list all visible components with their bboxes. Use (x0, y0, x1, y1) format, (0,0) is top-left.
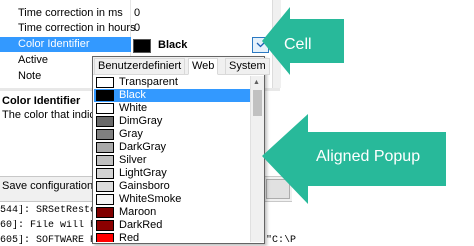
popup-tabs: Benutzerdefiniert Web System (93, 57, 270, 75)
color-list-item[interactable]: White (94, 102, 250, 115)
color-picker-popup: Benutzerdefiniert Web System Transparent… (92, 56, 270, 244)
grid-row-value[interactable]: 0 (134, 22, 140, 34)
color-list-item-label: Transparent (119, 76, 178, 88)
tab-web[interactable]: Web (188, 58, 219, 75)
color-list-item[interactable]: Maroon (94, 206, 250, 219)
color-list-item-label: Gray (119, 128, 143, 140)
color-list-item-label: Silver (119, 154, 147, 166)
color-list-item[interactable]: Silver (94, 154, 250, 167)
color-list-item-label: DarkGray (119, 141, 167, 153)
grid-row-value[interactable]: 0 (134, 7, 140, 19)
description-title: Color Identifier (2, 95, 81, 107)
tab-custom[interactable]: Benutzerdefiniert (94, 58, 186, 75)
grid-row-name: Color Identifier (18, 38, 90, 50)
color-list-item[interactable]: Red (94, 232, 250, 242)
color-list[interactable]: Transparent Black White DimGray Gray DarkGray… (94, 76, 250, 242)
color-list-item[interactable]: Transparent (94, 76, 250, 89)
color-list-item[interactable]: DarkGray (94, 141, 250, 154)
color-swatch (96, 220, 114, 231)
color-list-item-label: Gainsboro (119, 180, 170, 192)
color-swatch (96, 155, 114, 166)
color-list-item[interactable]: Black (94, 89, 250, 102)
color-swatch (96, 207, 114, 218)
grid-row-color-identifier[interactable]: Color Identifier (0, 37, 131, 52)
description-text: The color that indica (2, 109, 102, 121)
grid-row-time-hours[interactable]: Time correction in hours 0 (0, 21, 272, 36)
color-swatch (96, 168, 114, 179)
color-list-item[interactable]: Gainsboro (94, 180, 250, 193)
color-swatch (96, 103, 114, 114)
color-list-item-label: Black (119, 89, 146, 101)
color-swatch (96, 233, 114, 242)
color-list-item[interactable]: LightGray (94, 167, 250, 180)
color-list-item-label: DimGray (119, 115, 163, 127)
color-list-item-label: DarkRed (119, 219, 163, 231)
color-list-item-label: Maroon (119, 206, 157, 218)
grid-row-name: Time correction in ms (18, 7, 123, 19)
color-list-item-label: LightGray (119, 167, 167, 179)
color-list-item[interactable]: DarkRed (94, 219, 250, 232)
grid-row-name: Note (18, 70, 42, 82)
grid-row-name: Active (18, 54, 48, 66)
color-list-item[interactable]: Gray (94, 128, 250, 141)
color-swatch (96, 181, 114, 192)
cell-callout-label: Cell (284, 36, 312, 53)
save-configuration-button[interactable]: Save configuration (2, 180, 93, 192)
color-list-item-label: White (119, 102, 148, 114)
color-swatch (96, 77, 114, 88)
color-swatch (96, 90, 114, 101)
color-cell-value[interactable]: Black (158, 39, 187, 51)
popup-callout-label: Aligned Popup (316, 148, 421, 165)
color-list-item[interactable]: WhiteSmoke (94, 193, 250, 206)
color-swatch (133, 39, 151, 53)
scroll-up-arrow-icon[interactable]: ▲ (253, 79, 260, 86)
color-swatch (96, 142, 114, 153)
color-list-item-label: Red (119, 232, 140, 242)
color-swatch (96, 129, 114, 140)
grid-row-time-ms[interactable]: Time correction in ms 0 (0, 6, 272, 21)
scrollbar-thumb[interactable] (253, 90, 262, 116)
log-line-tail: "C:\Pr (266, 235, 296, 246)
color-list-item-label: WhiteSmoke (119, 193, 182, 205)
grid-row-name: Time correction in hours (18, 22, 136, 34)
color-swatch (96, 194, 114, 205)
color-list-item[interactable]: DimGray (94, 115, 250, 128)
color-swatch (96, 116, 114, 127)
